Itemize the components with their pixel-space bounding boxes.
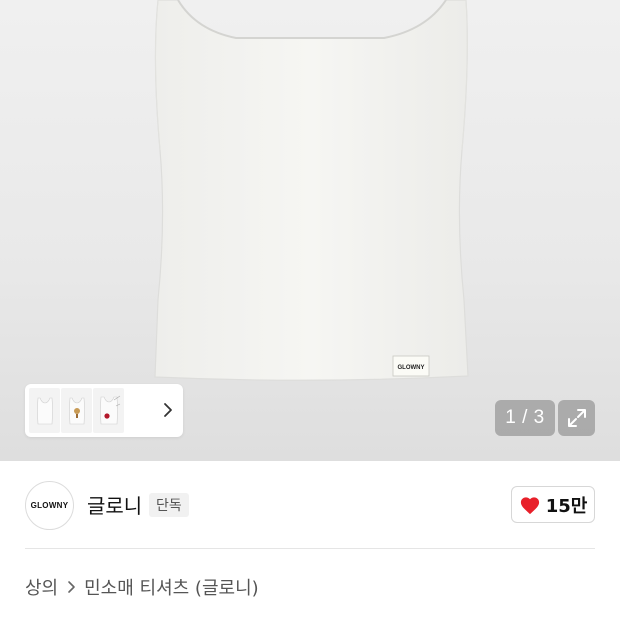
thumbnail-strip[interactable]: [25, 384, 183, 437]
heart-icon: [520, 496, 539, 514]
product-image-gallery[interactable]: GLOWNY 1 / 3: [0, 0, 620, 461]
brand-row: GLOWNY 글로니 단독 15만: [0, 461, 620, 549]
brand-logo[interactable]: GLOWNY: [25, 481, 74, 530]
fullscreen-button[interactable]: [558, 400, 595, 436]
image-counter: 1 / 3: [495, 400, 555, 436]
thumbnail-2[interactable]: [61, 388, 92, 433]
brand-name[interactable]: 글로니: [87, 490, 142, 519]
like-count: 15만: [545, 495, 588, 517]
breadcrumb-category[interactable]: 상의: [25, 574, 58, 600]
chevron-right-icon[interactable]: [161, 400, 175, 420]
expand-icon: [567, 409, 586, 427]
breadcrumb-subcategory[interactable]: 민소매 티셔츠 (글로니): [84, 574, 259, 600]
like-button[interactable]: 15만: [511, 486, 595, 523]
breadcrumb: 상의 민소매 티셔츠 (글로니): [25, 574, 259, 600]
exclusive-badge: 단독: [149, 493, 189, 517]
divider: [25, 548, 595, 549]
brand-logo-text: GLOWNY: [30, 501, 69, 510]
thumbnail-1[interactable]: [29, 388, 60, 433]
thumbnail-3[interactable]: [93, 388, 124, 433]
product-tag-label: GLOWNY: [398, 365, 425, 371]
chevron-right-icon: [66, 580, 76, 594]
